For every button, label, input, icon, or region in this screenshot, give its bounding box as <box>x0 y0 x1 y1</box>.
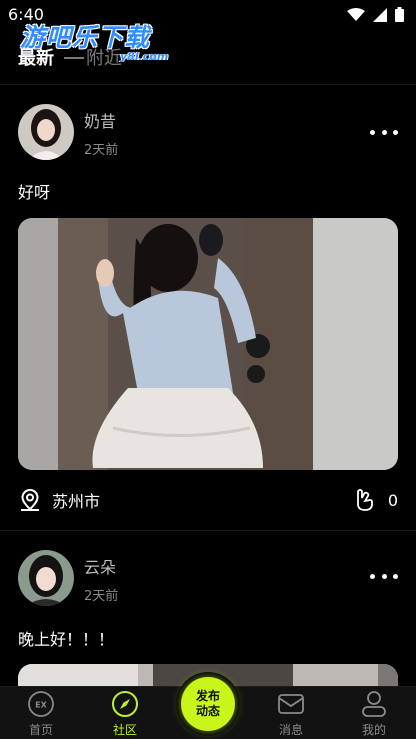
post-image[interactable] <box>18 218 398 470</box>
finger-heart-icon <box>356 489 373 511</box>
more-options-icon[interactable] <box>370 127 398 137</box>
more-options-icon[interactable] <box>370 571 398 581</box>
home-icon: EX <box>28 691 54 717</box>
profile-icon <box>362 691 386 717</box>
post-likes[interactable]: 0 <box>354 488 398 512</box>
nav-profile-label: 我的 <box>361 723 386 737</box>
post-location[interactable]: 苏州市 <box>18 488 100 512</box>
nav-community[interactable]: 社区 <box>90 689 160 738</box>
watermark-subtext: y8l.com <box>120 50 169 63</box>
publish-post-button[interactable]: 发布 动态 <box>181 677 235 731</box>
wifi-icon <box>347 7 365 21</box>
location-pin-icon <box>21 488 39 511</box>
publish-label-line2: 动态 <box>195 704 220 718</box>
battery-icon <box>395 7 404 22</box>
publish-button-wrap: 发布 动态 <box>176 672 240 736</box>
svg-text:EX: EX <box>35 701 47 710</box>
nav-home[interactable]: EX 首页 <box>6 689 76 738</box>
nav-messages[interactable]: 消息 <box>256 689 326 738</box>
location-label: 苏州市 <box>52 492 101 511</box>
post-username[interactable]: 奶昔 <box>84 108 116 132</box>
nav-profile[interactable]: 我的 <box>339 689 409 738</box>
header: 最新 附近 游吧乐下载 y8l.com <box>0 23 416 82</box>
watermark-logo: 游吧乐下载 y8l.com <box>18 18 188 76</box>
post-card: 云朵 2天前 晚上好！！！ <box>0 530 416 704</box>
post-text: 好呀 <box>18 183 51 202</box>
post-text: 晚上好！！！ <box>18 630 115 649</box>
post-time: 2天前 <box>84 589 119 604</box>
avatar[interactable] <box>18 104 74 160</box>
compass-icon <box>112 691 138 717</box>
post-username[interactable]: 云朵 <box>84 554 116 578</box>
nav-community-label: 社区 <box>112 723 137 737</box>
post-card: 奶昔 2天前 好呀 苏州市 0 <box>0 84 416 530</box>
signal-icon <box>373 7 387 22</box>
nav-home-label: 首页 <box>28 723 53 737</box>
avatar[interactable] <box>18 550 74 606</box>
nav-messages-label: 消息 <box>278 723 303 737</box>
message-icon <box>278 694 304 714</box>
watermark-text: 游吧乐下载 <box>20 23 151 52</box>
post-time: 2天前 <box>84 143 119 158</box>
publish-label-line1: 发布 <box>195 689 220 703</box>
status-icons <box>347 7 404 22</box>
likes-count: 0 <box>387 490 398 510</box>
